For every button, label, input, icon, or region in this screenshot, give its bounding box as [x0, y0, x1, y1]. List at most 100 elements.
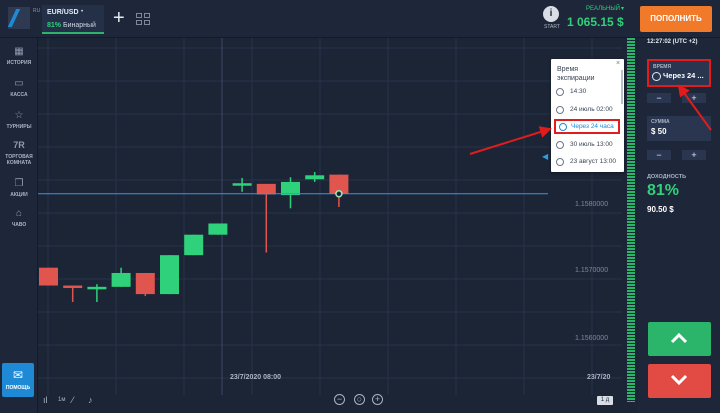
ladder-tick [627, 320, 635, 322]
expiration-option[interactable]: 24 июль 02:00 [556, 104, 622, 116]
layout-grid-icon[interactable] [136, 13, 152, 27]
ladder-tick [627, 95, 635, 97]
asset-name: EUR/USD [47, 9, 79, 16]
ladder-tick [627, 314, 635, 316]
ladder-tick [627, 266, 635, 268]
wallet-icon: ▭ [14, 78, 24, 89]
expiration-option[interactable]: 23 август 13:00 [556, 156, 622, 168]
ladder-tick [627, 59, 635, 61]
indicators-icon[interactable]: ♪ [88, 395, 93, 405]
ladder-tick [627, 206, 635, 208]
ladder-tick [627, 107, 635, 109]
candle-body [184, 234, 204, 256]
ladder-tick [627, 101, 635, 103]
account-type-label[interactable]: РЕАЛЬНЫЙ [586, 6, 620, 12]
ladder-tick [627, 380, 635, 382]
candle-body [111, 272, 131, 287]
sidebar-item-faq[interactable]: ⌂ ЧАВО [0, 208, 38, 228]
sidebar-item-history[interactable]: ▦ ИСТОРИЯ [0, 46, 38, 66]
ladder-tick [627, 209, 635, 211]
amount-minus-button[interactable]: − [647, 150, 671, 160]
candle-body [256, 183, 276, 195]
current-price-marker-icon: ◀ [542, 152, 549, 161]
clock-icon [652, 72, 661, 81]
broker-logo[interactable] [7, 7, 30, 29]
sidebar-item-promotions[interactable]: ❒ АКЦИИ [0, 178, 38, 198]
expiration-time-field[interactable]: ВРЕМЯ Через 24 ... [647, 59, 711, 87]
amount-field[interactable]: СУММА $ 50 [647, 116, 711, 141]
ladder-tick [627, 299, 635, 301]
zoom-in-button[interactable]: + [372, 394, 383, 405]
ladder-tick [627, 200, 635, 202]
ladder-tick [627, 194, 635, 196]
graduation-cap-icon: ⌂ [15, 208, 23, 219]
time-field-label: ВРЕМЯ [653, 64, 672, 70]
gift-icon: ❒ [14, 178, 24, 189]
ladder-tick [627, 191, 635, 193]
chevron-up-icon [670, 332, 688, 344]
ladder-tick [627, 155, 635, 157]
timeframe-button[interactable]: 1 д [597, 396, 613, 405]
ladder-tick [627, 317, 635, 319]
ladder-tick [627, 74, 635, 76]
candle-body [208, 223, 228, 235]
ladder-tick [627, 284, 635, 286]
sidebar-item-trading-room[interactable]: 7R ТОРГОВАЯ КОМНАТА [0, 140, 38, 166]
ladder-tick [627, 182, 635, 184]
ladder-tick [627, 197, 635, 199]
chart-canvas[interactable] [38, 38, 622, 395]
ladder-tick [627, 362, 635, 364]
expiration-option-label: 24 июль 02:00 [570, 106, 613, 113]
account-caret-icon[interactable]: ▾ [621, 5, 624, 12]
asset-tab[interactable]: EUR/USD • 81% Бинарный [42, 5, 104, 34]
amount-plus-button[interactable]: + [682, 150, 706, 160]
top-up-button[interactable]: ПОПОЛНИТЬ [640, 6, 712, 32]
zoom-out-button[interactable]: − [334, 394, 345, 405]
ladder-tick [627, 146, 635, 148]
ladder-tick [627, 386, 635, 388]
ladder-tick [627, 224, 635, 226]
expiration-option-selected[interactable]: Через 24 часа [554, 119, 620, 134]
expiration-option[interactable]: 14:30 [556, 86, 622, 98]
ladder-tick [627, 305, 635, 307]
time-plus-button[interactable]: + [682, 93, 706, 103]
sidebar-item-label: АКЦИИ [10, 192, 28, 198]
zoom-reset-button[interactable]: ○ [354, 394, 365, 405]
ladder-tick [627, 173, 635, 175]
ladder-tick [627, 92, 635, 94]
sidebar-item-label: ТУРНИРЫ [6, 124, 32, 130]
price-chart[interactable]: 1.1580000 1.1570000 1.1560000 23/7/2020 … [38, 38, 622, 395]
close-icon[interactable]: × [616, 60, 620, 67]
clock-icon [556, 158, 564, 166]
ladder-tick [627, 377, 635, 379]
add-asset-button[interactable]: + [113, 8, 125, 28]
ladder-tick [627, 77, 635, 79]
sidebar-item-cashier[interactable]: ▭ КАССА [0, 78, 38, 98]
expiration-option[interactable]: 30 июль 13:00 [556, 139, 622, 151]
info-start-icon[interactable]: i [543, 6, 559, 22]
candle-type-icon[interactable]: ıl [43, 395, 48, 405]
ladder-tick [627, 344, 635, 346]
help-button[interactable]: ✉ ПОМОЩЬ [2, 363, 34, 397]
ladder-tick [627, 281, 635, 283]
chevron-down-icon [670, 374, 688, 386]
ladder-tick [627, 254, 635, 256]
ladder-tick [627, 374, 635, 376]
ladder-tick [627, 131, 635, 133]
time-minus-button[interactable]: − [647, 93, 671, 103]
put-down-button[interactable] [648, 364, 711, 398]
ladder-tick [627, 65, 635, 67]
ladder-tick [627, 383, 635, 385]
ladder-tick [627, 287, 635, 289]
ladder-tick [627, 212, 635, 214]
draw-tool-icon[interactable]: ⁄ [72, 395, 74, 405]
candle-body [63, 285, 83, 289]
trade-panel: 12:27:02 (UTC +2) ВРЕМЯ Через 24 ... − +… [638, 38, 720, 413]
ladder-tick [627, 104, 635, 106]
sidebar-item-tournaments[interactable]: ☆ ТУРНИРЫ [0, 110, 38, 130]
ladder-tick [627, 56, 635, 58]
call-up-button[interactable] [648, 322, 711, 356]
ladder-tick [627, 140, 635, 142]
profit-amount: 90.50 $ [647, 205, 674, 214]
timeframe-small-label[interactable]: 1м [58, 397, 65, 403]
